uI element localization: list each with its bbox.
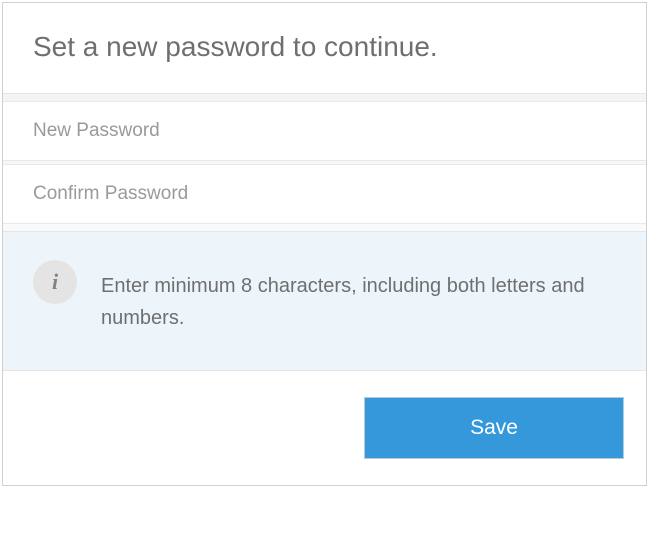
confirm-password-row	[3, 164, 646, 224]
input-section	[3, 93, 646, 232]
card-footer: Save	[3, 371, 646, 485]
password-setup-card: Set a new password to continue. i Enter …	[2, 2, 647, 486]
info-box: i Enter minimum 8 characters, including …	[3, 232, 646, 371]
info-icon-glyph: i	[52, 269, 58, 295]
page-title: Set a new password to continue.	[33, 31, 616, 63]
save-button[interactable]: Save	[364, 397, 624, 459]
info-message: Enter minimum 8 characters, including bo…	[101, 260, 616, 334]
info-icon: i	[33, 260, 77, 304]
card-header: Set a new password to continue.	[3, 3, 646, 93]
new-password-row	[3, 101, 646, 161]
confirm-password-input[interactable]	[3, 165, 646, 223]
new-password-input[interactable]	[3, 102, 646, 160]
